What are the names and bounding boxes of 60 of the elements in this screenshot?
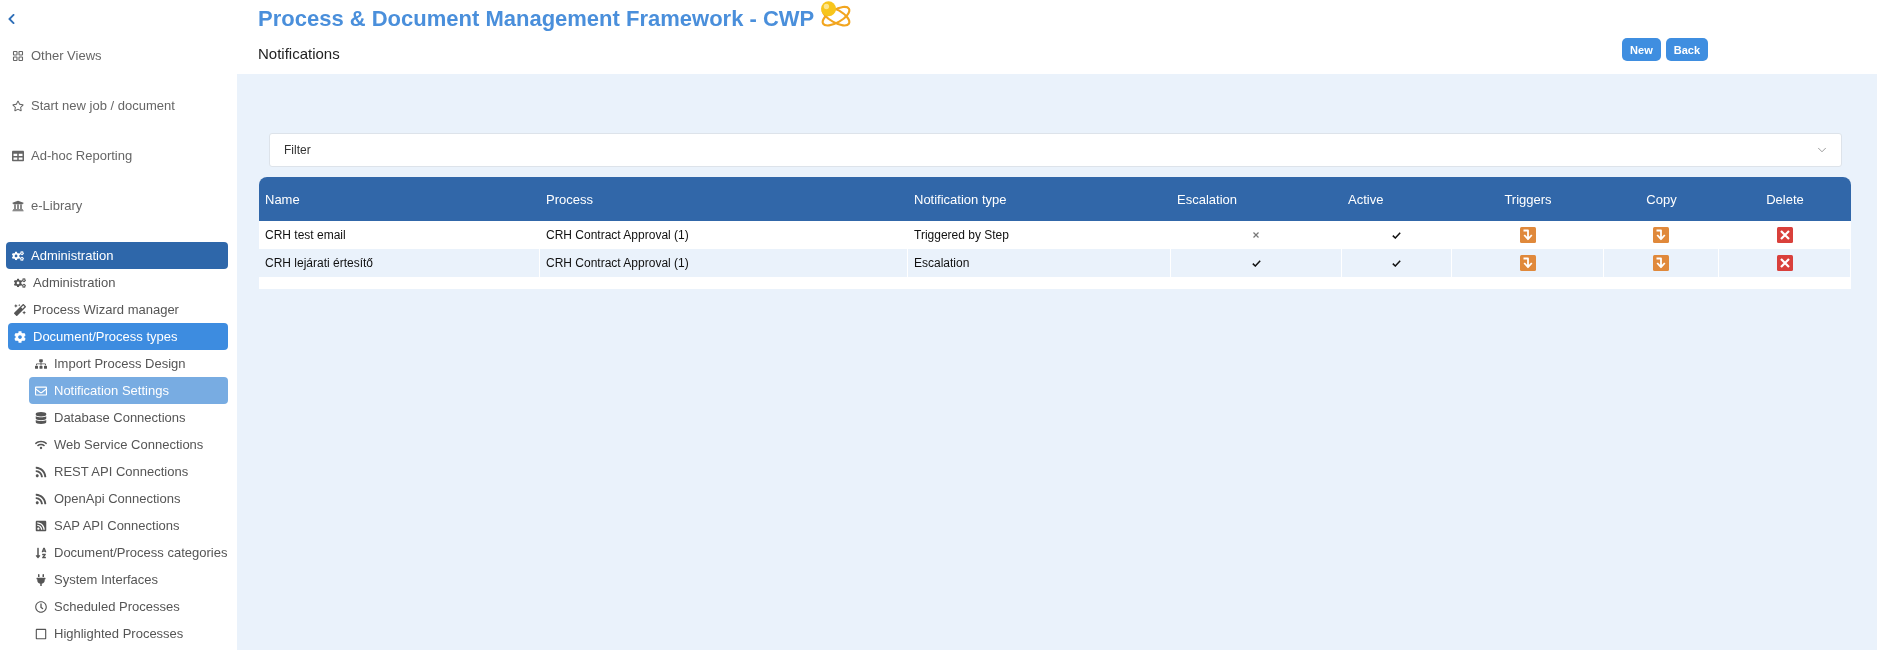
column-header: Process [546, 191, 593, 207]
delete-icon[interactable] [1776, 255, 1793, 271]
sidebar-item[interactable]: System Interfaces [29, 566, 165, 593]
atom-icon [820, 0, 853, 28]
rss-icon [35, 492, 47, 505]
sidebar-item[interactable]: REST API Connections [29, 458, 195, 485]
app-title: Process & Document Management Framework - CWP [258, 6, 815, 32]
envelope-icon [35, 384, 47, 397]
arrow-down-icon[interactable] [1519, 227, 1536, 243]
sidebar-item[interactable]: Import Process Design [29, 350, 192, 377]
sidebar-item[interactable]: OpenApi Connections [29, 485, 187, 512]
sidebar-item[interactable]: Document/Process categories [29, 539, 234, 566]
column-header: Notification type [914, 191, 1007, 207]
delete-icon[interactable] [1776, 227, 1793, 243]
table-cell: CRH test email [265, 228, 346, 242]
wifi-icon [35, 438, 47, 451]
column-header: Delete [1766, 191, 1804, 207]
arrow-down-icon[interactable] [1653, 255, 1669, 271]
sort-icon [35, 546, 47, 559]
bank-icon [12, 199, 24, 212]
page-title: Notifications [258, 45, 340, 63]
arrow-down-icon[interactable] [1653, 227, 1669, 243]
sidebar-item[interactable]: Highlighted Processes [29, 620, 190, 647]
gear-icon [14, 330, 26, 343]
column-header: Triggers [1504, 191, 1552, 207]
sidebar-item[interactable]: Database Connections [29, 404, 192, 431]
sidebar-item[interactable]: Other Views [6, 42, 108, 69]
database-icon [35, 411, 47, 424]
sidebar-item[interactable]: Web Service Connections [29, 431, 210, 458]
star-icon [12, 99, 24, 112]
sidebar-item[interactable]: e-Library [6, 192, 89, 219]
sidebar-item[interactable]: Administration [8, 269, 122, 296]
column-header: Escalation [1177, 191, 1237, 207]
table-cell: Escalation [914, 256, 970, 270]
grid-icon [12, 49, 24, 62]
sidebar-item[interactable]: Start new job / document [6, 92, 181, 119]
gears-icon [14, 276, 26, 289]
plug-icon [35, 573, 47, 586]
arrow-down-icon[interactable] [1519, 255, 1536, 271]
sidebar-item[interactable]: Administration [6, 242, 228, 269]
table-cell: Triggered by Step [914, 228, 1009, 242]
wand-icon [14, 303, 26, 316]
sitemap-icon [35, 357, 47, 370]
sidebar-item[interactable]: SAP API Connections [29, 512, 186, 539]
gears-icon [12, 249, 24, 262]
sidebar-item[interactable]: Scheduled Processes [29, 593, 186, 620]
filter-dropdown[interactable]: Filter [269, 133, 1842, 167]
rss-icon [35, 465, 47, 478]
rss-icon [35, 519, 47, 532]
table-cell: CRH lejárati értesítő [265, 256, 374, 270]
sidebar-item[interactable]: Ad-hoc Reporting [6, 142, 139, 169]
clock-icon [35, 600, 47, 613]
column-header: Name [265, 191, 300, 207]
table-cell: CRH Contract Approval (1) [546, 256, 689, 270]
column-header: Active [1348, 191, 1384, 207]
column-header: Copy [1646, 191, 1677, 207]
table-icon [12, 149, 24, 162]
sidebar-item[interactable]: Process Wizard manager [8, 296, 185, 323]
chevron-left-icon[interactable] [7, 13, 16, 25]
table-cell: CRH Contract Approval (1) [546, 228, 689, 242]
